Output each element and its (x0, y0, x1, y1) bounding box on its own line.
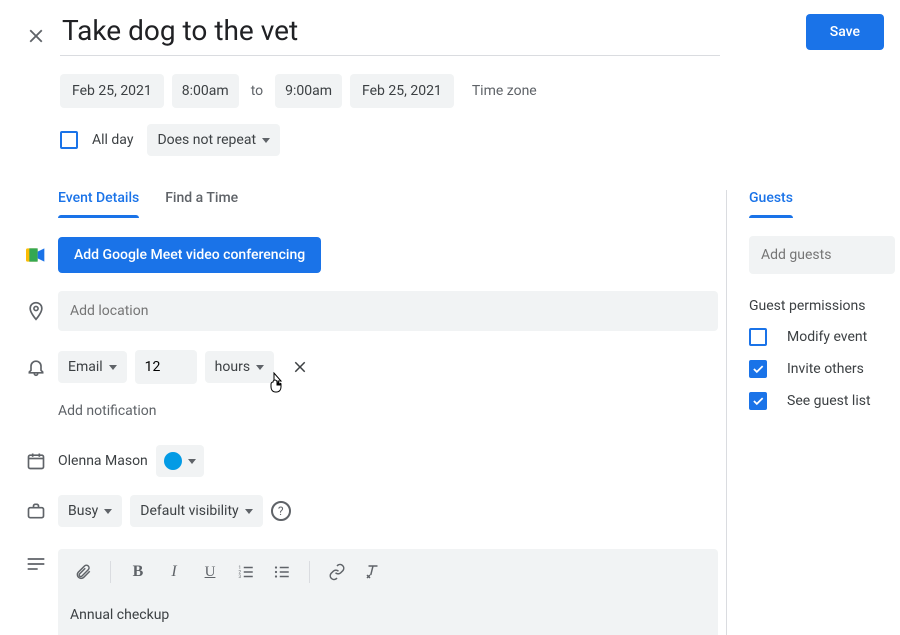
availability-dropdown[interactable]: Busy (58, 495, 122, 527)
tab-find-a-time[interactable]: Find a Time (165, 190, 238, 218)
time-start-chip[interactable]: 8:00am (172, 74, 239, 108)
repeat-dropdown[interactable]: Does not repeat (147, 124, 280, 156)
link-icon (328, 563, 346, 581)
visibility-label: Default visibility (140, 503, 238, 519)
repeat-label: Does not repeat (157, 132, 256, 148)
chevron-down-icon (256, 365, 264, 370)
location-icon (14, 301, 58, 321)
location-input[interactable] (58, 291, 718, 331)
save-button[interactable]: Save (806, 14, 884, 50)
unordered-list-button[interactable] (267, 557, 297, 587)
description-icon (14, 549, 58, 571)
italic-button[interactable]: I (159, 557, 189, 587)
all-day-label: All day (92, 132, 133, 148)
briefcase-icon (14, 501, 58, 521)
chevron-down-icon (245, 509, 253, 514)
date-start-chip[interactable]: Feb 25, 2021 (60, 74, 164, 108)
chevron-down-icon (262, 138, 270, 143)
see-guest-list-label: See guest list (787, 393, 871, 409)
modify-event-label: Modify event (787, 329, 867, 345)
bullet-list-icon (273, 563, 291, 581)
svg-text:3: 3 (239, 574, 242, 580)
separator (110, 561, 111, 583)
visibility-dropdown[interactable]: Default visibility (130, 495, 262, 527)
color-dot-icon (164, 452, 182, 470)
add-guests-input[interactable] (749, 236, 895, 274)
all-day-checkbox[interactable] (60, 131, 78, 149)
notification-method-dropdown[interactable]: Email (58, 351, 127, 383)
add-notification-button[interactable]: Add notification (58, 403, 718, 419)
chevron-down-icon (188, 459, 196, 464)
guest-permissions-heading: Guest permissions (749, 298, 895, 314)
chevron-down-icon (109, 365, 117, 370)
timezone-button[interactable]: Time zone (472, 83, 537, 99)
see-guest-list-checkbox[interactable] (749, 392, 767, 410)
availability-label: Busy (68, 503, 98, 519)
add-meet-button[interactable]: Add Google Meet video conferencing (58, 237, 321, 273)
remove-notification-button[interactable] (282, 349, 318, 385)
link-button[interactable] (322, 557, 352, 587)
bold-button[interactable]: B (123, 557, 153, 587)
notification-value-input[interactable] (135, 350, 197, 384)
calendar-icon (14, 451, 58, 471)
description-input[interactable]: Annual checkup (58, 595, 718, 635)
chevron-down-icon (104, 509, 112, 514)
check-icon (751, 362, 765, 376)
invite-others-checkbox[interactable] (749, 360, 767, 378)
invite-others-label: Invite others (787, 361, 864, 377)
close-button[interactable] (16, 16, 56, 56)
modify-event-checkbox[interactable] (749, 328, 767, 346)
clear-formatting-button[interactable] (358, 557, 388, 587)
notification-unit-dropdown[interactable]: hours (205, 351, 274, 383)
date-end-chip[interactable]: Feb 25, 2021 (350, 74, 454, 108)
notification-unit-label: hours (215, 359, 250, 375)
attach-button[interactable] (68, 557, 98, 587)
paperclip-icon (74, 563, 92, 581)
tab-guests[interactable]: Guests (749, 190, 793, 218)
google-meet-icon (14, 246, 58, 264)
to-label: to (247, 83, 267, 99)
calendar-owner-label: Olenna Mason (58, 453, 148, 469)
underline-button[interactable]: U (195, 557, 225, 587)
notification-method-label: Email (68, 359, 103, 375)
ordered-list-button[interactable]: 123 (231, 557, 261, 587)
numbered-list-icon: 123 (237, 563, 255, 581)
separator (309, 561, 310, 583)
description-toolbar: B I U 123 (58, 549, 718, 595)
close-icon (25, 25, 47, 47)
calendar-color-dropdown[interactable] (156, 445, 204, 477)
bell-icon (14, 357, 58, 377)
event-title-input[interactable] (60, 8, 720, 56)
help-icon[interactable]: ? (271, 501, 291, 521)
tab-event-details[interactable]: Event Details (58, 190, 139, 218)
check-icon (751, 394, 765, 408)
time-end-chip[interactable]: 9:00am (275, 74, 342, 108)
clear-format-icon (364, 563, 382, 581)
close-icon (291, 358, 309, 376)
